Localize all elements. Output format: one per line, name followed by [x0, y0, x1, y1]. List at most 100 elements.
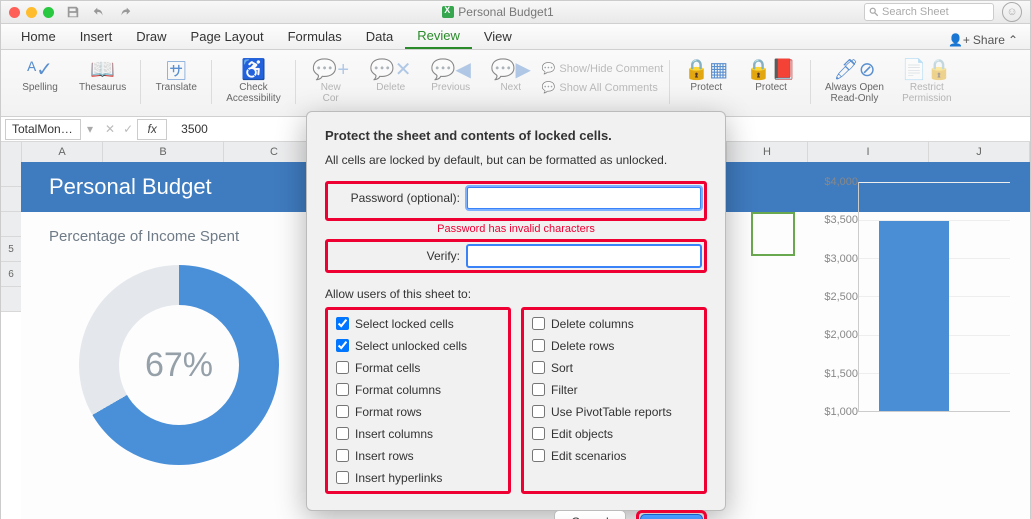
allow-right-label-1: Delete rows: [551, 339, 614, 353]
fx-button[interactable]: fx: [137, 119, 167, 140]
restrict-permission: 📄🔒Restrict Permission: [894, 56, 960, 104]
col-H[interactable]: H: [727, 142, 808, 162]
redo-icon[interactable]: [118, 5, 132, 19]
search-sheet-input[interactable]: Search Sheet: [864, 3, 994, 21]
allow-left-6[interactable]: Insert rows: [330, 445, 506, 466]
document-title: Personal Budget1: [132, 5, 864, 19]
allow-right-0[interactable]: Delete columns: [526, 313, 702, 334]
app-window: Personal Budget1 Search Sheet ☺ Home Ins…: [0, 0, 1031, 519]
allow-left-4[interactable]: Format rows: [330, 401, 506, 422]
allow-left-7[interactable]: Insert hyperlinks: [330, 467, 506, 488]
showall-comments[interactable]: 💬Show All Comments: [542, 81, 664, 94]
previous-icon: 💬◀: [431, 56, 471, 82]
allow-left-checkbox-1[interactable]: [336, 339, 349, 352]
allow-right-checkbox-3[interactable]: [532, 383, 545, 396]
spelling-button[interactable]: ᴬ✓Spelling: [11, 56, 69, 93]
col-I[interactable]: I: [808, 142, 929, 162]
col-B[interactable]: B: [103, 142, 224, 162]
col-A[interactable]: A: [22, 142, 103, 162]
allow-left-1[interactable]: Select unlocked cells: [330, 335, 506, 356]
allow-left-checkbox-2[interactable]: [336, 361, 349, 374]
verify-input[interactable]: [466, 244, 702, 268]
quick-access: [66, 5, 132, 19]
protect-sheet-button[interactable]: 🔒▦Protect: [676, 56, 736, 93]
ribbon: ᴬ✓Spelling 📖Thesaurus 🈂Translate ♿Check …: [1, 50, 1030, 117]
save-icon[interactable]: [66, 5, 80, 19]
allow-right-checkbox-0[interactable]: [532, 317, 545, 330]
name-box[interactable]: TotalMon…: [5, 119, 81, 140]
allow-left-checkbox-5[interactable]: [336, 427, 349, 440]
delete-comment-button: 💬✕Delete: [362, 56, 420, 93]
next-icon: 💬▶: [491, 56, 531, 82]
tab-home[interactable]: Home: [9, 25, 68, 48]
bar-chart-yaxis: $4,000 $3,500 $3,000 $2,500 $2,000 $1,50…: [810, 182, 864, 412]
allow-left-3[interactable]: Format columns: [330, 379, 506, 400]
always-open-readonly[interactable]: 🖊⊘Always Open Read-Only: [817, 56, 892, 104]
formula-confirm: ✓: [123, 122, 133, 136]
select-all-corner[interactable]: [1, 142, 22, 162]
allow-right-label-6: Edit scenarios: [551, 449, 626, 463]
titlebar: Personal Budget1 Search Sheet ☺: [1, 1, 1030, 24]
tab-formulas[interactable]: Formulas: [276, 25, 354, 48]
search-icon: [869, 7, 879, 17]
protect-workbook-icon: 🔒📕: [746, 56, 796, 82]
thesaurus-icon: 📖: [90, 56, 115, 82]
allow-right-checkbox-5[interactable]: [532, 427, 545, 440]
password-input[interactable]: [466, 186, 702, 210]
ok-button[interactable]: OK: [640, 514, 703, 519]
allow-left-0[interactable]: Select locked cells: [330, 313, 506, 334]
tab-view[interactable]: View: [472, 25, 524, 48]
zoom-window[interactable]: [43, 7, 54, 18]
cancel-button[interactable]: Cancel: [554, 510, 625, 519]
allow-left-5[interactable]: Insert columns: [330, 423, 506, 444]
tab-pagelayout[interactable]: Page Layout: [179, 25, 276, 48]
translate-button[interactable]: 🈂Translate: [147, 56, 205, 93]
new-comment-button[interactable]: 💬+New Cor: [302, 56, 360, 104]
row-5[interactable]: 5: [1, 237, 21, 262]
tab-review[interactable]: Review: [405, 24, 472, 49]
minimize-window[interactable]: [26, 7, 37, 18]
tab-data[interactable]: Data: [354, 25, 405, 48]
allow-left-checkbox-0[interactable]: [336, 317, 349, 330]
allow-left-checkbox-6[interactable]: [336, 449, 349, 462]
close-window[interactable]: [9, 7, 20, 18]
excel-icon: [442, 6, 454, 18]
allow-right-1[interactable]: Delete rows: [526, 335, 702, 356]
allow-right-5[interactable]: Edit objects: [526, 423, 702, 444]
allow-right-checkbox-2[interactable]: [532, 361, 545, 374]
allow-right-label-2: Sort: [551, 361, 573, 375]
allow-right-checkbox-1[interactable]: [532, 339, 545, 352]
window-controls: [9, 7, 54, 18]
share-icon: 👤+: [948, 33, 970, 47]
allow-right-3[interactable]: Filter: [526, 379, 702, 400]
allow-right-2[interactable]: Sort: [526, 357, 702, 378]
dialog-subtitle: All cells are locked by default, but can…: [325, 153, 707, 167]
allow-right-checkbox-4[interactable]: [532, 405, 545, 418]
accessibility-button[interactable]: ♿Check Accessibility: [218, 56, 288, 104]
password-error: Password has invalid characters: [325, 223, 707, 235]
allow-right-checkbox-6[interactable]: [532, 449, 545, 462]
thesaurus-button[interactable]: 📖Thesaurus: [71, 56, 134, 93]
user-avatar[interactable]: ☺: [1002, 2, 1022, 22]
protect-workbook-button[interactable]: 🔒📕Protect: [738, 56, 804, 93]
allow-left-checkbox-3[interactable]: [336, 383, 349, 396]
allow-right-6[interactable]: Edit scenarios: [526, 445, 702, 466]
dialog-title: Protect the sheet and contents of locked…: [325, 128, 707, 143]
undo-icon[interactable]: [92, 5, 106, 19]
share-button[interactable]: 👤+ Share ⌃: [948, 33, 1022, 47]
row-6[interactable]: 6: [1, 262, 21, 287]
allow-left-checkbox-7[interactable]: [336, 471, 349, 484]
tab-draw[interactable]: Draw: [124, 25, 178, 48]
new-comment-icon: 💬+: [312, 56, 349, 82]
allow-right-label-5: Edit objects: [551, 427, 613, 441]
tab-insert[interactable]: Insert: [68, 25, 125, 48]
allow-left-label-1: Select unlocked cells: [355, 339, 467, 353]
formula-value[interactable]: 3500: [181, 122, 208, 136]
allow-right-4[interactable]: Use PivotTable reports: [526, 401, 702, 422]
allow-left-checkbox-4[interactable]: [336, 405, 349, 418]
readonly-icon: 🖊⊘: [833, 56, 875, 82]
name-box-dropdown-icon[interactable]: ▾: [87, 122, 93, 136]
col-J[interactable]: J: [929, 142, 1030, 162]
verify-label: Verify:: [330, 249, 466, 263]
allow-left-2[interactable]: Format cells: [330, 357, 506, 378]
